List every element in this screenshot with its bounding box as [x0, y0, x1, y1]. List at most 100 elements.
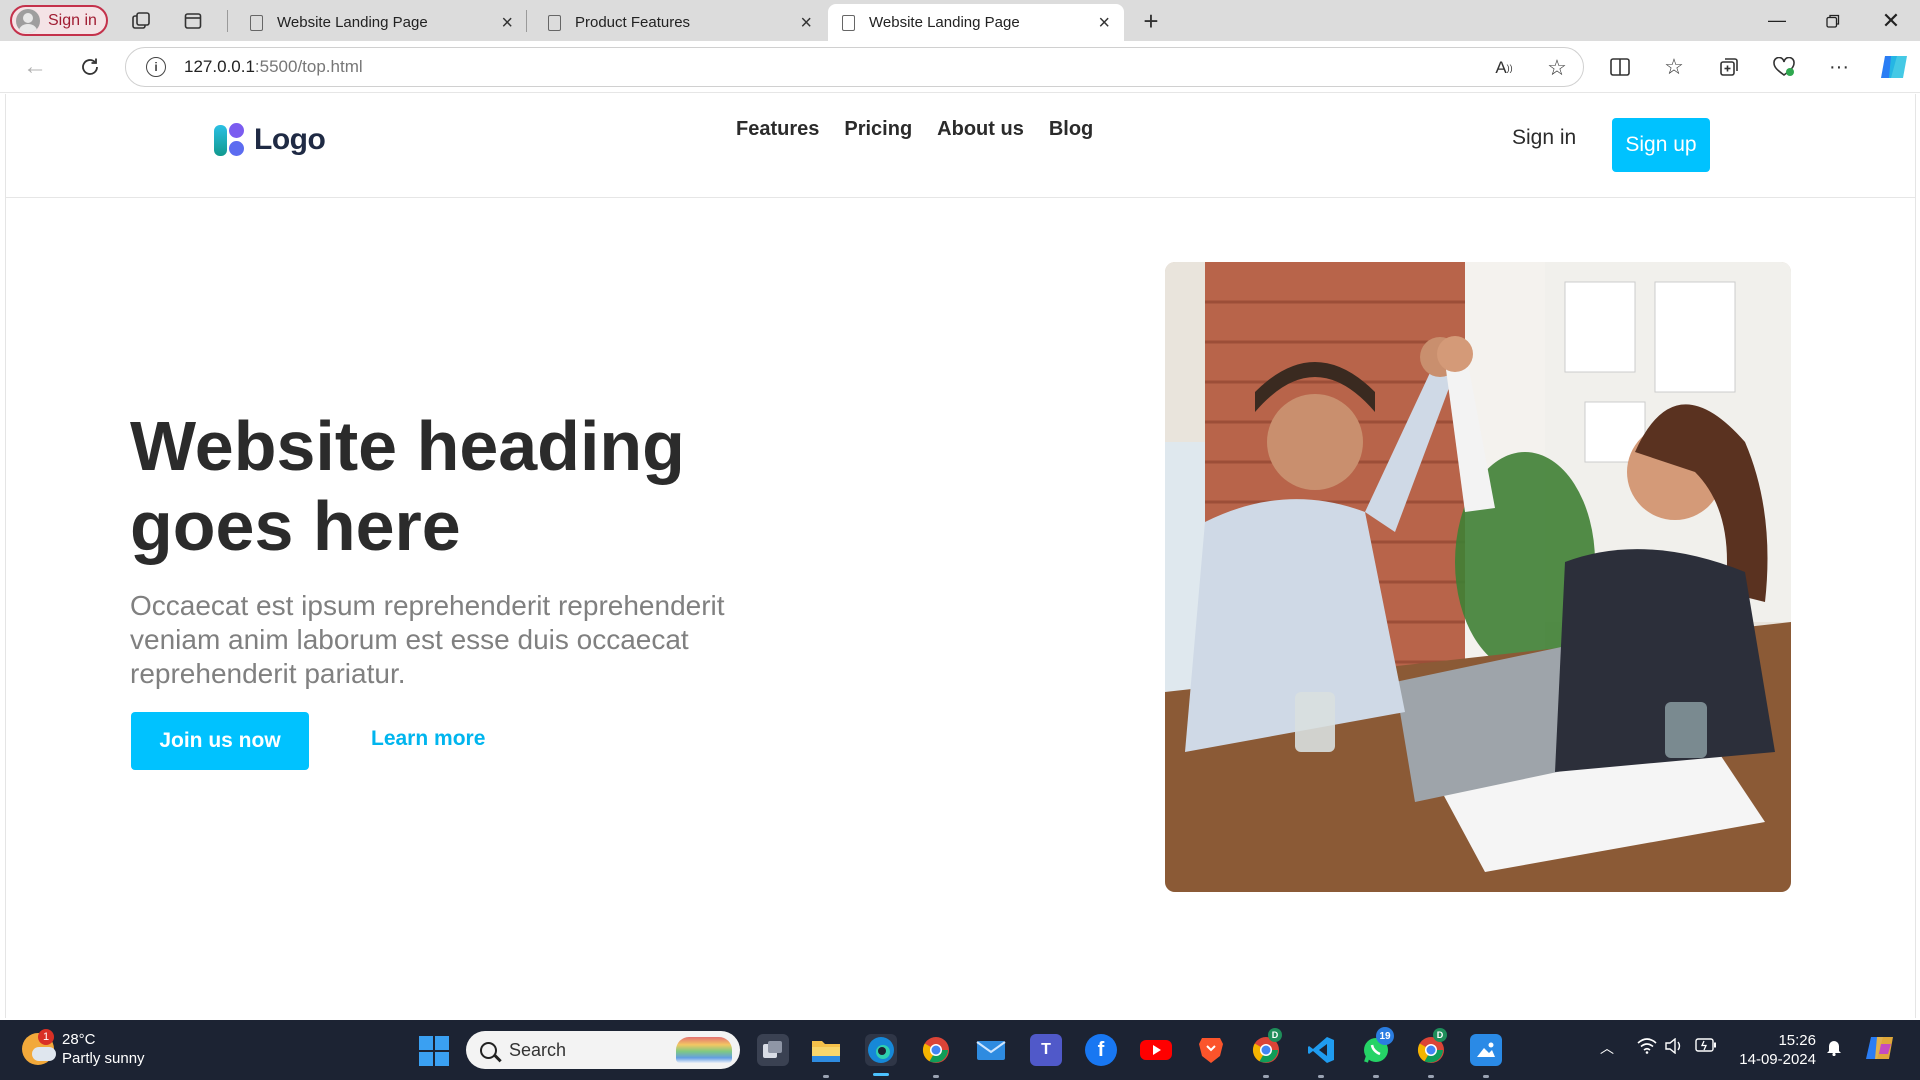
search-highlight-icon: [676, 1037, 732, 1063]
hero-heading-line2: goes here: [130, 487, 461, 565]
weather-widget[interactable]: 1 28°C Partly sunny: [22, 1029, 145, 1068]
search-placeholder: Search: [509, 1039, 567, 1060]
browser-essentials-icon[interactable]: [1770, 53, 1798, 81]
tab-title: Website Landing Page: [277, 14, 428, 31]
tab-website-landing-page-1[interactable]: Website Landing Page ×: [236, 4, 527, 41]
weather-notification-badge: 1: [38, 1029, 54, 1045]
site-logo[interactable]: Logo: [214, 122, 326, 158]
teams-icon[interactable]: T: [1030, 1034, 1062, 1066]
site-info-icon[interactable]: i: [146, 57, 166, 77]
url-text[interactable]: 127.0.0.1:5500/top.html: [184, 57, 363, 77]
start-windows-icon[interactable]: [419, 1036, 449, 1066]
running-indicator: [1483, 1075, 1489, 1078]
tab-title: Product Features: [575, 14, 691, 31]
facebook-icon[interactable]: f: [1085, 1034, 1117, 1066]
page-icon: [250, 14, 263, 31]
nav-about-us[interactable]: About us: [937, 118, 1024, 141]
running-indicator: [1318, 1075, 1324, 1078]
url-bar[interactable]: i 127.0.0.1:5500/top.html A)) ☆: [125, 47, 1584, 87]
new-tab-icon[interactable]: +: [1138, 6, 1164, 36]
tab-product-features[interactable]: Product Features ×: [534, 4, 826, 41]
photos-app-icon[interactable]: [1470, 1034, 1502, 1066]
read-aloud-icon[interactable]: A)): [1491, 56, 1517, 80]
logo-text: Logo: [254, 123, 326, 156]
chrome-profile-2-icon[interactable]: D: [1415, 1028, 1447, 1066]
workspaces-icon[interactable]: [128, 9, 154, 33]
taskbar-search[interactable]: Search: [466, 1031, 740, 1069]
tab-close-icon[interactable]: ×: [501, 13, 513, 33]
close-window-icon[interactable]: ✕: [1864, 0, 1918, 41]
tab-close-icon[interactable]: ×: [800, 13, 812, 33]
tab-separator: [227, 10, 228, 32]
logo-mark-icon: [214, 122, 248, 158]
web-page: Logo Features Pricing About us Blog Sign…: [5, 94, 1916, 1018]
system-clock[interactable]: 15:26 14-09-2024: [1736, 1031, 1816, 1069]
clock-date: 14-09-2024: [1739, 1051, 1816, 1068]
nav-blog[interactable]: Blog: [1049, 118, 1093, 141]
hero-heading: Website heading goes here: [130, 406, 770, 566]
hero-subtext: Occaecat est ipsum reprehenderit reprehe…: [130, 590, 725, 689]
split-screen-icon[interactable]: [1606, 53, 1634, 81]
restore-icon[interactable]: [1806, 0, 1860, 41]
running-indicator: [823, 1075, 829, 1078]
running-indicator: [1263, 1075, 1269, 1078]
weather-text: 28°C Partly sunny: [62, 1030, 145, 1068]
nav-pricing[interactable]: Pricing: [844, 118, 912, 141]
back-arrow-icon[interactable]: ←: [20, 53, 50, 81]
whatsapp-icon[interactable]: 19: [1360, 1027, 1394, 1066]
copilot-taskbar-icon[interactable]: [1864, 1032, 1896, 1069]
join-us-button[interactable]: Join us now: [131, 712, 309, 770]
chrome-icon[interactable]: [920, 1034, 952, 1066]
file-explorer-icon[interactable]: [810, 1034, 842, 1066]
running-indicator: [1428, 1075, 1434, 1078]
signup-button[interactable]: Sign up: [1612, 118, 1710, 172]
avatar-icon: [16, 8, 40, 33]
favorites-icon[interactable]: ☆: [1660, 53, 1688, 81]
weather-desc: Partly sunny: [62, 1050, 145, 1067]
tab-title: Website Landing Page: [869, 14, 1020, 31]
more-options-icon[interactable]: ···: [1825, 53, 1853, 81]
address-toolbar: ← i 127.0.0.1:5500/top.html A)) ☆ ☆ ···: [0, 41, 1920, 93]
tab-close-icon[interactable]: ×: [1098, 13, 1110, 33]
main-nav: Features Pricing About us Blog: [736, 118, 1093, 141]
search-icon: [480, 1041, 497, 1059]
task-view-icon[interactable]: [757, 1034, 789, 1066]
brave-icon[interactable]: [1195, 1034, 1227, 1066]
windows-taskbar: 1 28°C Partly sunny Search T f D 19 D ︿ …: [0, 1020, 1920, 1080]
wifi-icon[interactable]: [1637, 1038, 1657, 1059]
edge-browser-icon[interactable]: [865, 1034, 897, 1076]
clock-time: 15:26: [1778, 1032, 1816, 1049]
refresh-icon[interactable]: [75, 53, 105, 81]
show-hidden-icons-chevron-icon[interactable]: ︿: [1600, 1038, 1614, 1058]
chrome-profile-icon[interactable]: D: [1250, 1028, 1282, 1066]
battery-icon[interactable]: [1695, 1038, 1717, 1057]
weather-temp: 28°C: [62, 1031, 96, 1048]
site-header: Logo Features Pricing About us Blog Sign…: [6, 94, 1915, 198]
learn-more-link[interactable]: Learn more: [371, 727, 485, 751]
chrome-profile-badge: D: [1268, 1028, 1282, 1042]
page-icon: [548, 14, 561, 31]
tab-website-landing-page-active[interactable]: Website Landing Page ×: [828, 4, 1124, 41]
minimize-icon[interactable]: —: [1750, 0, 1804, 41]
volume-icon[interactable]: [1665, 1037, 1683, 1059]
running-indicator: [933, 1075, 939, 1078]
hero-photo-illustration: [1165, 262, 1791, 892]
vertical-tabs-icon[interactable]: [180, 9, 206, 33]
hero-image: [1165, 262, 1791, 892]
copilot-icon[interactable]: [1878, 51, 1910, 83]
profile-signin-button[interactable]: Sign in: [10, 5, 108, 36]
signin-link[interactable]: Sign in: [1512, 126, 1576, 150]
chrome-profile-2-badge: D: [1433, 1028, 1447, 1042]
whatsapp-badge: 19: [1376, 1027, 1394, 1045]
vscode-icon[interactable]: [1305, 1034, 1337, 1066]
hero-heading-line1: Website heading: [130, 407, 685, 485]
page-icon: [842, 14, 855, 31]
collections-icon[interactable]: [1715, 53, 1743, 81]
running-indicator: [1373, 1075, 1379, 1078]
favorite-star-icon[interactable]: ☆: [1544, 55, 1570, 80]
notification-bell-icon[interactable]: [1826, 1038, 1842, 1061]
mail-icon[interactable]: [975, 1034, 1007, 1066]
profile-signin-label: Sign in: [48, 11, 97, 29]
youtube-icon[interactable]: [1140, 1034, 1172, 1066]
nav-features[interactable]: Features: [736, 118, 819, 141]
